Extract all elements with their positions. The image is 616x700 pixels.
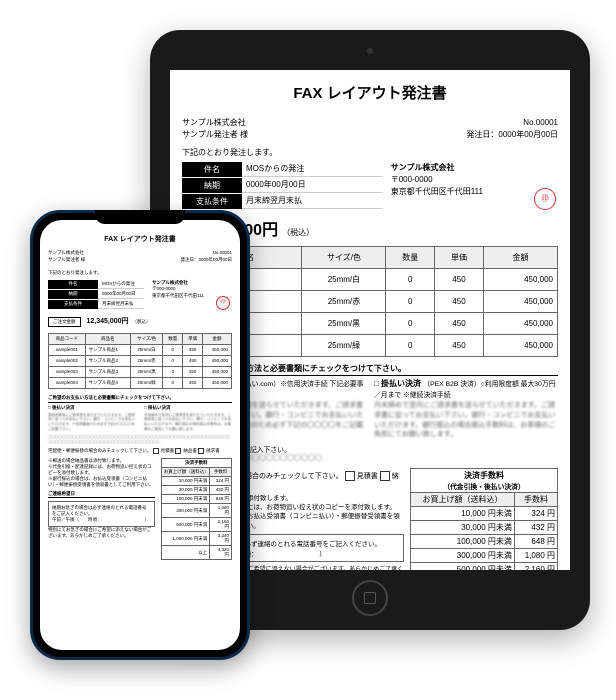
delivery-value: 0000年00月00日 [242,178,383,193]
fees-table: お買上げ額（送料込）手数料 10,000 円未満324 円 30,000 円未満… [410,492,558,570]
customer-person: サンプル発注者 様 [182,129,248,141]
phone-device: FAX レイアウト発注書 サンプル株式会社 サンプル発注者 様 No.00001… [30,210,250,660]
tablet-camera [367,48,373,54]
order-no-label: No. [523,118,535,127]
phone-notch [95,210,185,224]
supplier-address: 東京都千代田区千代田111 [391,186,558,198]
issue-date: 0000年00月00日 [498,130,558,139]
doc-title: FAX レイアウト発注書 [48,234,232,244]
th-size: サイズ/色 [302,247,386,269]
subject-value: MOSからの発注 [242,162,383,177]
info-grid: 件名MOSからの発注 納期0000年00月00日 支払条件月末締翌月末払 サンプ… [182,162,558,210]
subtotal-tax: （税込） [282,227,314,238]
customer-company: サンプル株式会社 [48,250,85,257]
contact-label: ご連絡希望日 [48,491,155,498]
items-table: 商品コード 商品名 サイズ/色 数量 単価 金額 sample001サンプル商品… [48,333,232,389]
delivery-label: 納期 [182,178,242,193]
table-row: sample003サンプル商品325mm/黒0450450,000 [49,366,232,377]
customer-company: サンプル株式会社 [182,117,248,129]
table-row: sample002サンプル商品225mm/赤0450450,000 [49,355,232,366]
order-note: 下記のとおり発注します。 [182,147,558,158]
th-price: 単価 [435,247,484,269]
subject-label: 件名 [182,162,242,177]
supplier-postal: 〒000-0000 [391,174,558,186]
doc-title: FAX レイアウト発注書 [182,82,558,103]
stamp-icon: ㊞ [216,296,230,310]
inst-body: 月末締めで翌月にご請求書を送らせていただきます。ご請求書に従ってお支払い下さい。… [374,401,558,440]
terms-label: 支払条件 [182,194,242,209]
supplier-company: サンプル株式会社 [391,162,558,174]
order-no: 00001 [536,118,558,127]
phone-screen: FAX レイアウト発注書 サンプル株式会社 サンプル発注者 様 No.00001… [40,220,240,650]
checkbox-quote[interactable] [153,448,159,454]
checkbox-quote[interactable] [345,471,355,481]
tablet-home-button[interactable] [352,580,388,616]
th-amount: 金額 [483,247,557,269]
table-row: sample004サンプル商品425mm/緑0450450,000 [49,377,232,388]
doc-header: サンプル株式会社 サンプル発注者 様 No.00001 発注日：0000年00月… [182,117,558,141]
issue-date-label: 発注日： [466,130,498,139]
inst-head[interactable]: □ 掛払い決済 [374,379,421,388]
table-row: sample001サンプル商品125mm/白0450450,000 [49,344,232,355]
fee-caption: 決済手数料（代金引換・後払い決済） [410,468,558,492]
terms-value: 月末締翌月末払 [242,194,383,209]
stamp-icon: ㊞ [534,188,556,210]
customer-person: サンプル発注者 様 [48,257,85,264]
checkbox-delivery[interactable] [175,448,181,454]
checkbox-delivery[interactable] [380,471,390,481]
th-qty: 数量 [386,247,435,269]
checkbox-invoice[interactable] [198,448,204,454]
